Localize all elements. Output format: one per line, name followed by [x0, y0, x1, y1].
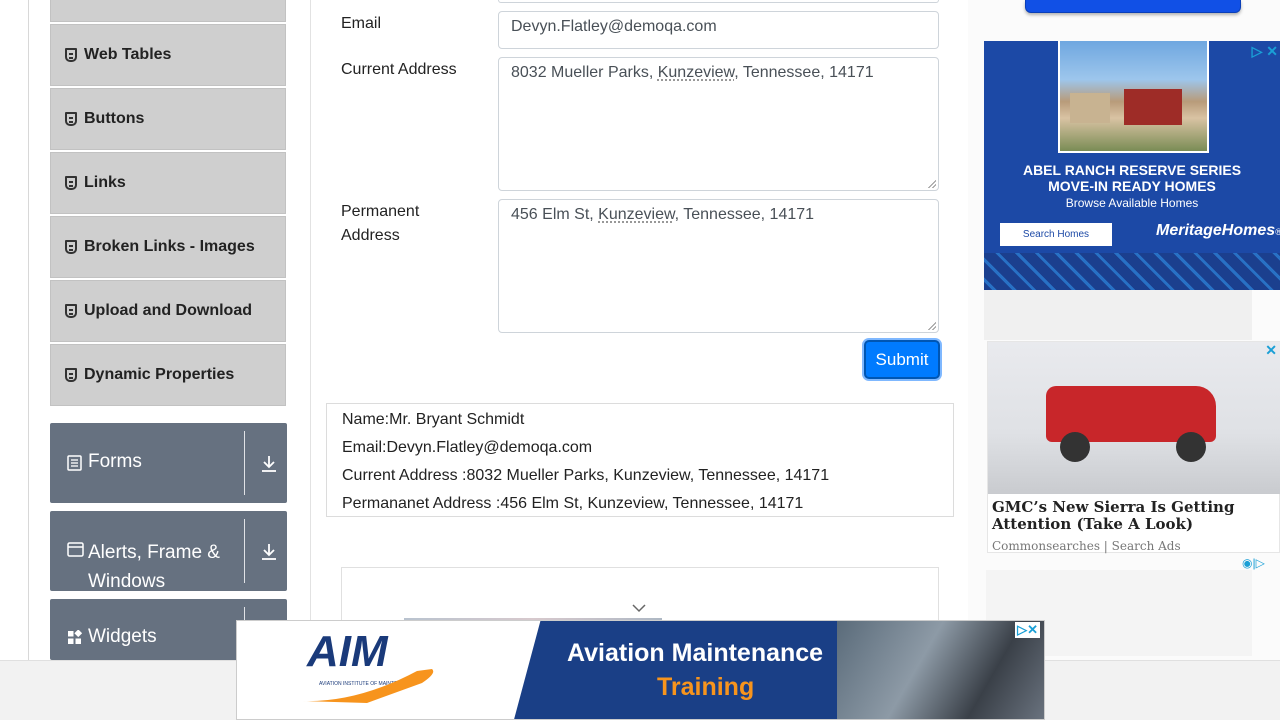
home-ad-subline: Browse Available Homes [1065, 196, 1199, 210]
sidebar-group-label: Alerts, Frame & Windows [88, 542, 220, 592]
current-address-label: Current Address [341, 61, 457, 78]
sidebar-group-alerts[interactable]: Alerts, Frame & Windows [50, 511, 287, 592]
html5-icon [65, 48, 77, 62]
airplane-icon [302, 669, 434, 703]
truck-ad-source: Commonsearches | Search Ads [992, 539, 1181, 553]
mechanics-photo [837, 621, 1044, 719]
download-icon[interactable] [260, 454, 278, 474]
sidebar-group-label: Forms [88, 451, 142, 472]
permanent-address-textarea[interactable]: 456 Elm St, Kunzeview, Tennessee, 14171 [498, 199, 939, 333]
sidebar-item-label: Buttons [84, 110, 145, 127]
home-ad[interactable]: ▷ ✕ ABEL RANCH RESERVE SERIES MOVE-IN RE… [984, 41, 1280, 290]
output-permanent-address: Permananet Address :456 Elm St, Kunzevie… [342, 495, 804, 512]
output-name: Name:Mr. Bryant Schmidt [342, 411, 525, 428]
window-icon [67, 542, 84, 557]
sidebar-item-previous[interactable] [50, 0, 286, 22]
home-ad-headline-line1: ABEL RANCH RESERVE SERIES [1022, 162, 1242, 178]
bottom-ad-line1: Aviation Maintenance [567, 639, 824, 667]
chevron-down-icon[interactable] [632, 604, 646, 613]
home-ad-headline-line2: MOVE-IN READY HOMES [1048, 178, 1216, 194]
permanent-address-city: Kunzeview [598, 206, 675, 223]
sidebar-item-label: Broken Links - Images [84, 238, 255, 255]
form-icon [67, 455, 82, 471]
sidebar-item-dynamic-properties[interactable]: Dynamic Properties [50, 344, 286, 406]
bottom-ad[interactable]: AIM AVIATION INSTITUTE OF MAINTENANCE Av… [236, 620, 1045, 720]
permanent-address-label-line1: Permanent [341, 203, 420, 220]
sidebar-item-upload-download[interactable]: Upload and Download [50, 280, 286, 342]
output-panel: Name:Mr. Bryant Schmidt Email:Devyn.Flat… [326, 403, 954, 517]
ad-close-controls[interactable]: ▷✕ [1015, 622, 1040, 638]
bottom-ad-line2: Training [657, 673, 755, 701]
current-address-text: 8032 Mueller Parks, [511, 64, 658, 81]
html5-icon [65, 304, 77, 318]
house-photo [1058, 41, 1209, 153]
sidebar-group-label: Widgets [88, 626, 157, 647]
previous-field-edge [498, 0, 939, 3]
sidebar-item-label: Links [84, 174, 126, 191]
inline-ad-frame [341, 567, 939, 627]
meritage-logo: MeritageHomes® [1156, 222, 1280, 240]
truck-photo [988, 342, 1280, 494]
html5-icon [65, 176, 77, 190]
sidebar-item-buttons[interactable]: Buttons [50, 88, 286, 150]
ad-separator [984, 290, 1252, 340]
sidebar-item-label: Dynamic Properties [84, 366, 235, 383]
sidebar-item-web-tables[interactable]: Web Tables [50, 24, 286, 86]
html5-icon [65, 368, 77, 382]
current-address-text-end: , Tennessee, 14171 [734, 64, 874, 81]
current-address-city: Kunzeview [657, 64, 735, 81]
output-current-address: Current Address :8032 Mueller Parks, Kun… [342, 467, 830, 484]
home-ad-search-button[interactable]: Search Homes [1000, 223, 1112, 246]
sidebar-border [28, 0, 29, 660]
ad-pattern [984, 253, 1280, 290]
home-ad-headline: ABEL RANCH RESERVE SERIES MOVE-IN READY … [984, 162, 1280, 194]
adchoices-icon[interactable]: ◉|▷ [1242, 556, 1280, 570]
html5-icon [65, 240, 77, 254]
widgets-icon [68, 630, 82, 644]
ad-close-icon[interactable]: ✕ [1265, 342, 1277, 359]
sidebar-item-label: Web Tables [84, 46, 172, 63]
sidebar-item-broken-links[interactable]: Broken Links - Images [50, 216, 286, 278]
submit-button[interactable]: Submit [864, 340, 940, 379]
sidebar-item-label: Upload and Download [84, 302, 252, 319]
resize-handle[interactable] [928, 180, 936, 188]
content-border [310, 0, 311, 660]
ad-top-button[interactable] [1025, 0, 1241, 13]
email-value: Devyn.Flatley@demoqa.com [511, 18, 717, 35]
truck-ad[interactable]: ✕ GMC’s New Sierra Is Getting Attention … [987, 341, 1280, 553]
divider [244, 519, 245, 583]
right-ad-column: ▷ ✕ ABEL RANCH RESERVE SERIES MOVE-IN RE… [968, 0, 1280, 660]
sidebar-item-links[interactable]: Links [50, 152, 286, 214]
permanent-address-label: Permanent Address [341, 200, 419, 248]
permanent-address-label-line2: Address [341, 227, 400, 244]
download-icon[interactable] [260, 542, 278, 562]
email-label: Email [341, 15, 382, 32]
sidebar-group-forms[interactable]: Forms [50, 423, 287, 503]
aim-logo-panel: AIM AVIATION INSTITUTE OF MAINTENANCE [237, 621, 487, 719]
divider [244, 431, 245, 495]
ad-close-controls[interactable]: ▷ ✕ [1252, 43, 1278, 60]
truck-ad-title: GMC’s New Sierra Is Getting Attention (T… [992, 499, 1277, 533]
truck-ad-title-line2: Attention (Take A Look) [992, 515, 1194, 533]
truck-ad-title-line1: GMC’s New Sierra Is Getting [992, 498, 1235, 516]
resize-handle[interactable] [928, 322, 936, 330]
permanent-address-text-end: , Tennessee, 14171 [674, 206, 815, 223]
meritage-brand: MeritageHomes [1156, 222, 1276, 239]
meritage-brand-suffix: ® [1275, 227, 1280, 237]
current-address-textarea[interactable]: 8032 Mueller Parks, Kunzeview, Tennessee… [498, 57, 939, 191]
email-field[interactable]: Devyn.Flatley@demoqa.com [498, 11, 939, 49]
permanent-address-text: 456 Elm St, [511, 206, 599, 223]
output-email: Email:Devyn.Flatley@demoqa.com [342, 439, 593, 456]
html5-icon [65, 112, 77, 126]
